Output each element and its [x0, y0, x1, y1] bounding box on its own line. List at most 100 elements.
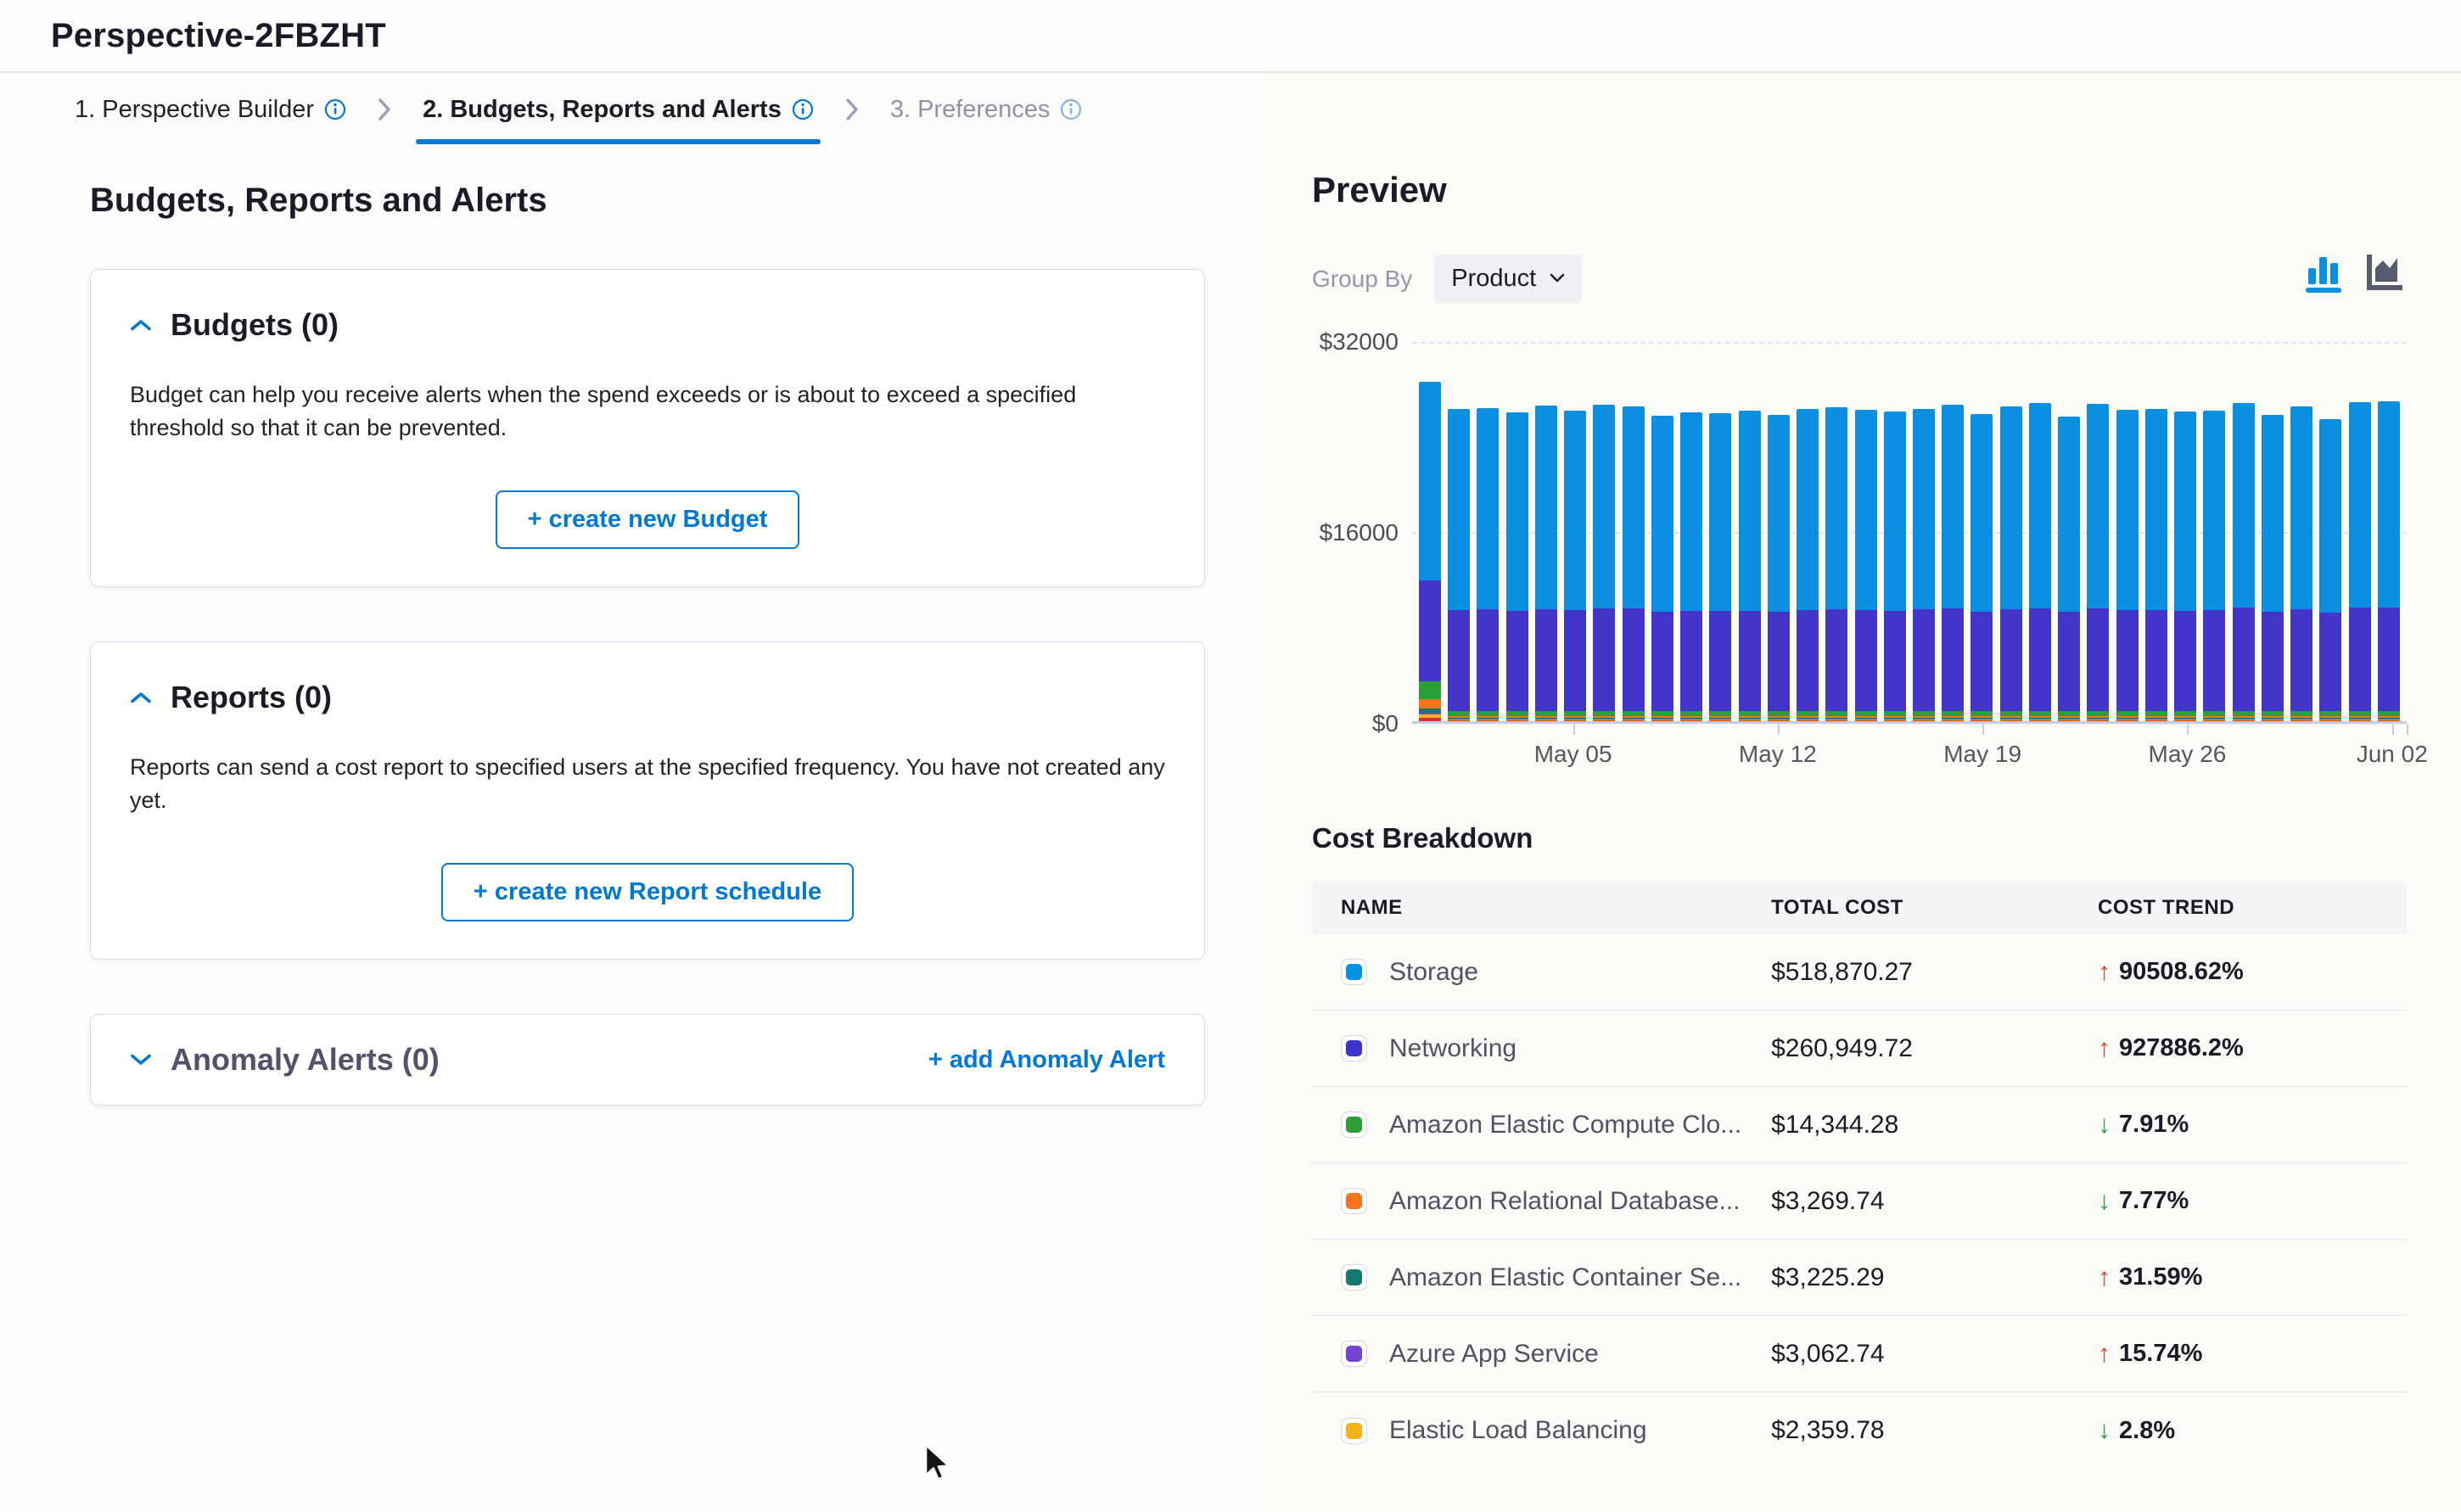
- chart-bar[interactable]: [1970, 414, 1993, 721]
- group-by-select[interactable]: Product: [1434, 255, 1582, 303]
- tab-perspective-builder[interactable]: 1. Perspective Builder: [68, 75, 353, 144]
- chart-bar[interactable]: [1680, 412, 1702, 721]
- page-header: Perspective-2FBZHT: [0, 0, 2461, 73]
- bar-segment: [2029, 608, 2051, 712]
- bar-segment: [1680, 412, 1702, 611]
- chart-bar[interactable]: [1825, 407, 1847, 721]
- column-header-name: NAME: [1341, 896, 1771, 920]
- chart-bar[interactable]: [1739, 411, 1761, 721]
- bar-segment: [1623, 720, 1645, 721]
- info-icon[interactable]: [792, 98, 814, 120]
- chart-bar[interactable]: [2087, 404, 2109, 721]
- expand-chevron-down-icon[interactable]: [130, 1053, 152, 1067]
- series-name: Azure App Service: [1389, 1340, 1599, 1369]
- info-icon[interactable]: [1060, 98, 1082, 120]
- bar-segment: [1970, 612, 1993, 712]
- chart-bar[interactable]: [1913, 409, 1935, 721]
- bar-segment: [2116, 610, 2139, 711]
- bar-segment: [1593, 608, 1615, 711]
- bar-segment: [1506, 412, 1528, 611]
- bar-segment: [2378, 608, 2400, 711]
- x-tick-label: May 05: [1534, 741, 1612, 768]
- bar-segment: [2000, 609, 2022, 712]
- table-row: Azure App Service$3,062.74↑15.74%: [1312, 1316, 2407, 1392]
- chart-bar[interactable]: [1942, 405, 1964, 721]
- section-heading: Budgets, Reports and Alerts: [90, 182, 1205, 220]
- tab-preferences[interactable]: 3. Preferences: [883, 75, 1090, 144]
- chart-bar[interactable]: [2000, 406, 2022, 721]
- chart-bar[interactable]: [2319, 419, 2341, 721]
- create-report-schedule-button[interactable]: + create new Report schedule: [441, 863, 854, 921]
- chart-bar[interactable]: [2058, 417, 2080, 721]
- chart-bar[interactable]: [2290, 406, 2312, 721]
- series-color-swatch: [1341, 959, 1367, 985]
- chart-bar[interactable]: [1419, 382, 1441, 721]
- chart-bar[interactable]: [2378, 401, 2400, 721]
- chart-bar[interactable]: [1709, 413, 1731, 721]
- bar-segment: [2203, 720, 2225, 721]
- bar-segment: [1709, 413, 1731, 611]
- chart-bar[interactable]: [1855, 410, 1877, 721]
- chart-bar[interactable]: [2174, 412, 2196, 721]
- chart-bar[interactable]: [1884, 412, 1906, 721]
- bar-segment: [1797, 610, 1819, 712]
- bar-segment: [1448, 610, 1470, 712]
- x-tick-label: Jun 02: [2357, 741, 2428, 768]
- chart-bar[interactable]: [1768, 415, 1790, 721]
- create-budget-button[interactable]: + create new Budget: [496, 490, 800, 549]
- bar-segment: [2319, 720, 2341, 721]
- chart-bar[interactable]: [1797, 409, 1819, 721]
- series-color-swatch: [1341, 1112, 1367, 1138]
- bar-segment: [1419, 580, 1441, 681]
- bar-segment: [1970, 720, 1993, 721]
- series-color-swatch: [1341, 1341, 1367, 1367]
- bar-segment: [1855, 720, 1877, 721]
- bar-segment: [1942, 405, 1964, 608]
- cost-trend-cell: ↓2.8%: [2098, 1416, 2378, 1445]
- chart-bar[interactable]: [1564, 411, 1586, 721]
- bar-segment: [1448, 409, 1470, 609]
- trend-percent: 15.74%: [2119, 1340, 2202, 1368]
- collapse-chevron-up-icon[interactable]: [130, 318, 152, 332]
- bar-segment: [1768, 612, 1790, 712]
- chart-bar[interactable]: [2145, 409, 2167, 721]
- chart-bar[interactable]: [2349, 402, 2371, 721]
- chart-bar[interactable]: [2116, 410, 2139, 721]
- total-cost-value: $2,359.78: [1771, 1416, 2098, 1445]
- bar-segment: [2174, 611, 2196, 712]
- trend-up-arrow-icon: ↑: [2098, 1340, 2111, 1369]
- chart-bar[interactable]: [2203, 411, 2225, 721]
- bar-segment: [1913, 409, 1935, 610]
- bar-segment: [1913, 609, 1935, 711]
- chart-bar[interactable]: [2262, 415, 2284, 721]
- bar-segment: [1739, 411, 1761, 610]
- info-icon[interactable]: [324, 98, 346, 120]
- trend-up-arrow-icon: ↑: [2098, 958, 2111, 987]
- tab-budgets-reports-alerts[interactable]: 2. Budgets, Reports and Alerts: [416, 75, 821, 144]
- bar-segment: [1651, 416, 1673, 612]
- reports-card-title: Reports (0): [171, 680, 332, 715]
- bar-segment: [1970, 414, 1993, 612]
- chart-bar[interactable]: [1506, 412, 1528, 721]
- chart-bar[interactable]: [2233, 403, 2255, 721]
- add-anomaly-alert-link[interactable]: + add Anomaly Alert: [928, 1046, 1165, 1074]
- chart-bar[interactable]: [1623, 406, 1645, 721]
- table-row: Amazon Elastic Container Se...$3,225.29↑…: [1312, 1240, 2407, 1316]
- bar-segment: [2145, 720, 2167, 721]
- chart-bar[interactable]: [1651, 416, 1673, 721]
- chart-bar[interactable]: [2029, 403, 2051, 721]
- chart-bar[interactable]: [1535, 406, 1557, 721]
- chart-bar[interactable]: [1593, 405, 1615, 721]
- x-tick: [2187, 724, 2189, 735]
- series-color-swatch: [1341, 1035, 1367, 1061]
- collapse-chevron-up-icon[interactable]: [130, 691, 152, 704]
- bar-segment: [2058, 417, 2080, 612]
- cost-trend-cell: ↑927886.2%: [2098, 1034, 2378, 1063]
- bar-segment: [2349, 720, 2371, 721]
- area-chart-toggle-icon[interactable]: [2361, 251, 2403, 294]
- table-row: Networking$260,949.72↑927886.2%: [1312, 1011, 2407, 1087]
- chart-bar[interactable]: [1448, 409, 1470, 721]
- chart-bar[interactable]: [1477, 408, 1499, 721]
- bar-chart-toggle-icon[interactable]: [2305, 251, 2346, 294]
- budgets-reports-alerts-panel: Budgets, Reports and Alerts Budgets (0) …: [0, 144, 1264, 1512]
